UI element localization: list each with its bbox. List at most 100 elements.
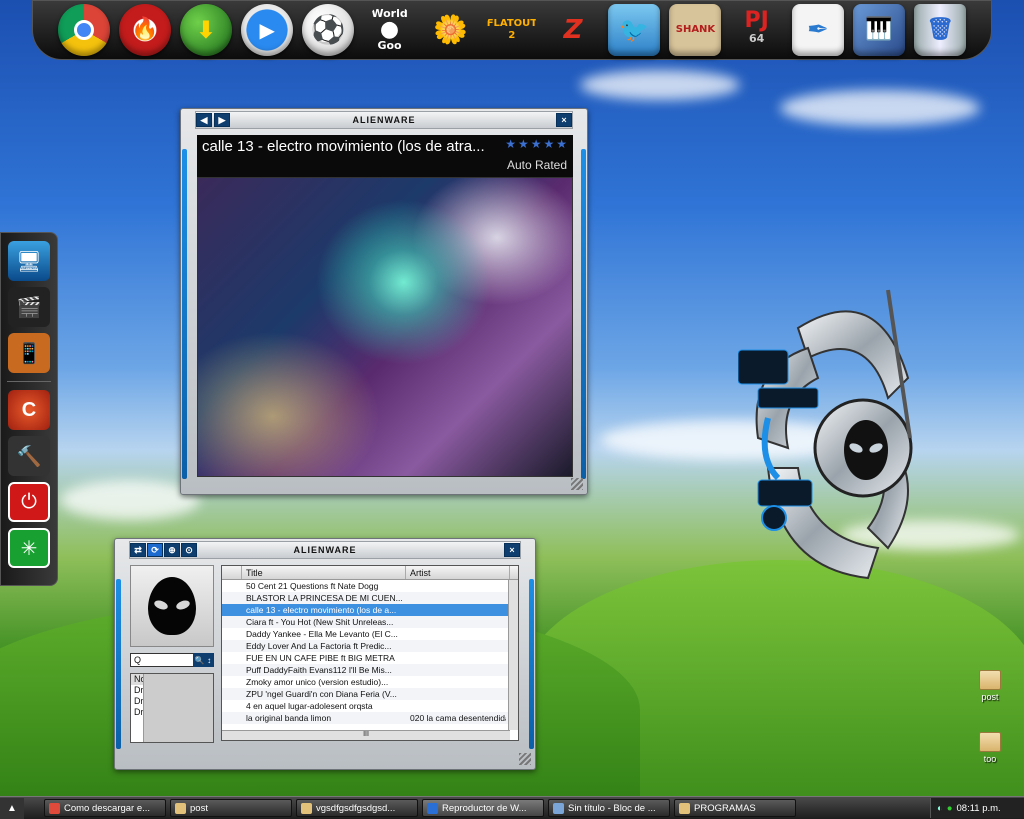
task-label: vgsdfgsdfgsdgsd...	[316, 802, 396, 814]
library-brand: ALIENWARE	[293, 545, 357, 555]
pj64-icon[interactable]: PJ 64	[731, 4, 783, 56]
player-titlebar[interactable]: ◀ ▶ ALIENWARE ×	[195, 111, 573, 129]
taskbar-task[interactable]: Sin título - Bloc de ...	[548, 799, 670, 817]
angry-bird-icon[interactable]: 🐦	[608, 4, 661, 56]
globe-download-icon[interactable]: ⬇	[179, 4, 232, 56]
world-of-goo-label-bottom: Goo	[377, 39, 402, 52]
next-button[interactable]: ▶	[214, 113, 230, 127]
taskbar-task[interactable]: post	[170, 799, 292, 817]
play-icon[interactable]: ▶	[241, 4, 294, 56]
desktop-folder-too[interactable]: too	[970, 732, 1010, 764]
rating-stars[interactable]: ★★★★★	[505, 137, 569, 151]
table-row[interactable]: 50 Cent 21 Questions ft Nate Dogg	[222, 580, 518, 592]
pj64-label-bottom: 64	[749, 32, 765, 45]
track-title: calle 13 - electro movimiento (los de at…	[202, 138, 485, 155]
column-title[interactable]: Title	[242, 566, 406, 579]
task-label: Como descargar e...	[64, 802, 151, 814]
table-row[interactable]: Puff DaddyFaith Evans112 I'll Be Mis...	[222, 664, 518, 676]
track-rows: 50 Cent 21 Questions ft Nate Dogg BLASTOR…	[222, 580, 518, 724]
alienware-gadget[interactable]	[738, 288, 926, 588]
piano-icon[interactable]: 🎹	[853, 4, 906, 56]
track-title-cell: la original banda limon	[246, 713, 332, 723]
left-dock-separator	[7, 381, 51, 382]
clock: 08:11 p.m.	[956, 802, 1001, 814]
track-artist-cell	[406, 580, 506, 592]
search-icon[interactable]: 🔍 ↕	[193, 653, 213, 667]
desktop-folder-post[interactable]: post	[970, 670, 1010, 702]
library-search-input[interactable]: Q 🔍 ↕	[130, 653, 214, 667]
task-label: Reproductor de W...	[442, 802, 527, 814]
soccer-ball-icon[interactable]: ⚽	[302, 4, 355, 56]
column-artist[interactable]: Artist	[406, 566, 510, 579]
table-row[interactable]: calle 13 - electro movimiento (los de a.…	[222, 604, 518, 616]
row-spacer	[222, 700, 242, 712]
track-artist-cell	[406, 628, 506, 640]
flatout-icon[interactable]: FLATOUT 2	[486, 4, 538, 56]
taskbar-task[interactable]: Como descargar e...	[44, 799, 166, 817]
world-of-goo-icon[interactable]: World ● Goo	[364, 4, 416, 56]
table-row[interactable]: la original banda limon 020 la cama desen…	[222, 712, 518, 724]
plants-zombies-icon[interactable]: 🌼	[425, 4, 477, 56]
loading-icon[interactable]: ✳	[8, 528, 50, 568]
album-art	[130, 565, 214, 647]
track-list-header: Title Artist	[222, 566, 518, 580]
tools-icon[interactable]: 🔨	[8, 436, 50, 476]
track-list-hscroll[interactable]: III	[222, 730, 510, 740]
zoom-in-button[interactable]: ⊕	[164, 543, 180, 557]
chrome-icon[interactable]	[57, 4, 110, 56]
quill-icon[interactable]: ✒	[791, 4, 844, 56]
library-titlebar[interactable]: ⇄ ⟳ ⊕ ⊙ ALIENWARE ×	[129, 541, 521, 559]
shank-icon[interactable]: SHANK	[669, 4, 722, 56]
track-artist-cell	[406, 664, 506, 676]
now-playing-panel: calle 13 - electro movimiento (los de at…	[197, 135, 573, 177]
left-dock: 🖥 🎬 📱 C 🔨 ⏻ ✳	[0, 232, 58, 586]
track-list: Title Artist 50 Cent 21 Questions ft Nat…	[221, 565, 519, 741]
taskbar-task[interactable]: vgsdfgsdfgsdgsd...	[296, 799, 418, 817]
folder-icon	[979, 670, 1001, 690]
table-row[interactable]: FUE EN UN CAFE PIBE ft BIG METRA	[222, 652, 518, 664]
flame-icon[interactable]: 🔥	[118, 4, 171, 56]
track-artist-cell	[406, 604, 506, 616]
task-app-icon	[427, 802, 438, 814]
library-resize-grip[interactable]	[519, 753, 531, 765]
table-row[interactable]: Eddy Lover And La Factoria ft Predic...	[222, 640, 518, 652]
player-resize-grip[interactable]	[571, 478, 583, 490]
row-spacer	[222, 652, 242, 664]
zoom-out-button[interactable]: ⊙	[181, 543, 197, 557]
taskbar-task[interactable]: PROGRAMAS	[674, 799, 796, 817]
track-title-cell: 4 en aquel lugar-adolesent orqsta	[246, 701, 373, 711]
tray-status-icon[interactable]: ●	[947, 803, 953, 814]
shuffle-button[interactable]: ⇄	[130, 543, 146, 557]
trash-icon[interactable]: 🗑	[914, 4, 967, 56]
media-device-icon[interactable]: 📱	[8, 333, 50, 373]
tray-network-icon[interactable]: ◐	[937, 803, 943, 814]
sources-scrollbar[interactable]	[143, 674, 213, 742]
ccleaner-icon[interactable]: C	[8, 390, 50, 430]
clapperboard-icon[interactable]: 🎬	[8, 287, 50, 327]
table-row[interactable]: Ciara ft - You Hot (New Shit Unreleas...	[222, 616, 518, 628]
row-spacer	[222, 592, 242, 604]
table-row[interactable]: ZPU 'ngel Guardi'n con Diana Feria (V...	[222, 688, 518, 700]
power-icon[interactable]: ⏻	[8, 482, 50, 522]
monitor-icon[interactable]: 🖥	[8, 241, 50, 281]
track-list-vscroll[interactable]	[508, 580, 518, 730]
track-artist-cell	[406, 688, 506, 700]
player-close-button[interactable]: ×	[556, 113, 572, 127]
row-spacer	[222, 664, 242, 676]
prev-button[interactable]: ◀	[196, 113, 212, 127]
start-button[interactable]: ▲	[0, 797, 24, 819]
table-row[interactable]: Daddy Yankee - Ella Me Levanto (El C...	[222, 628, 518, 640]
nfs-icon[interactable]: Z	[547, 4, 599, 56]
library-sidebar: Q 🔍 ↕ Now Playing Drive I: No hay ni Dri…	[130, 565, 214, 743]
folder-icon	[979, 732, 1001, 752]
rating-label: Auto Rated	[506, 158, 567, 172]
taskbar-task[interactable]: Reproductor de W...	[422, 799, 544, 817]
table-row[interactable]: 4 en aquel lugar-adolesent orqsta	[222, 700, 518, 712]
table-row[interactable]: Zmoky amor unico (version estudio)...	[222, 676, 518, 688]
table-row[interactable]: BLASTOR LA PRINCESA DE MI CUEN...	[222, 592, 518, 604]
library-right-accent	[529, 579, 534, 749]
track-artist-cell	[406, 676, 506, 688]
repeat-button[interactable]: ⟳	[147, 543, 163, 557]
library-close-button[interactable]: ×	[504, 543, 520, 557]
row-spacer	[222, 640, 242, 652]
